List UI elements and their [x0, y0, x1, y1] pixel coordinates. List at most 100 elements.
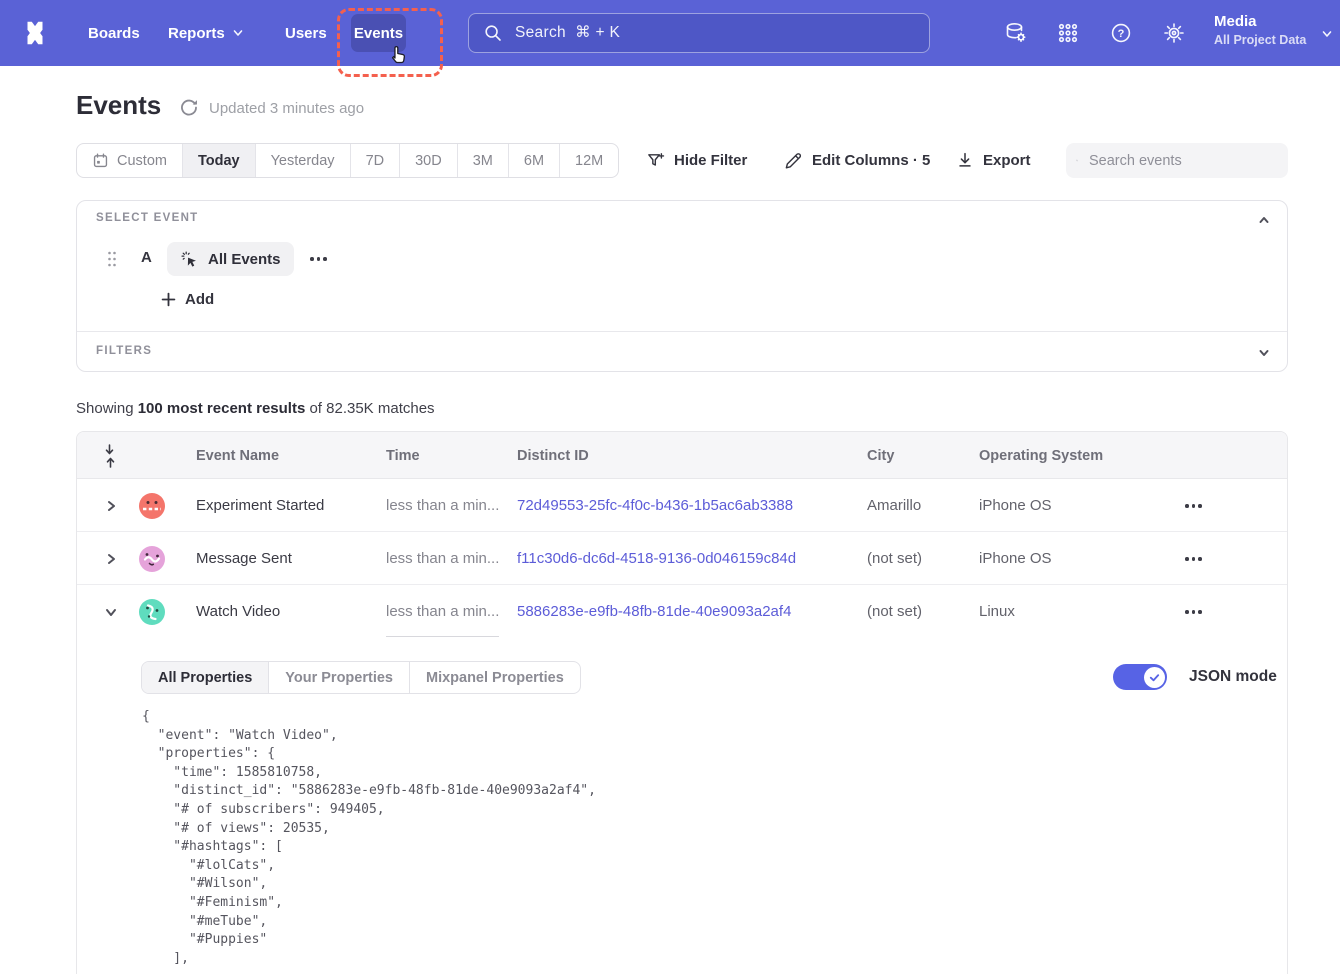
tab-all-properties[interactable]: All Properties — [142, 662, 269, 693]
add-label: Add — [185, 291, 214, 308]
filter-funnel-icon — [646, 151, 665, 170]
date-yesterday-button[interactable]: Yesterday — [256, 144, 351, 177]
column-header-os[interactable]: Operating System — [979, 432, 1103, 479]
time-cell: less than a min... — [386, 479, 499, 532]
table-header-row: Event Name Time Distinct ID City Operati… — [77, 432, 1287, 479]
distinct-id-link[interactable]: 72d49553-25fc-4f0c-b436-1b5ac6ab3388 — [517, 479, 793, 532]
nav-item-label: Boards — [88, 25, 140, 42]
distinct-id-link[interactable]: f11c30d6-dc6d-4518-9136-0d046159c84d — [517, 532, 796, 585]
expand-row-chevron-right-icon[interactable] — [105, 500, 117, 512]
mixpanel-logo[interactable] — [20, 18, 50, 48]
properties-tabs: All Properties Your Properties Mixpanel … — [141, 661, 581, 694]
page-title: Events — [76, 90, 161, 121]
table-row[interactable]: Experiment Started less than a min... 72… — [77, 479, 1287, 532]
date-range-control: Custom Today Yesterday 7D 30D 3M 6M 12M — [76, 143, 619, 178]
event-avatar — [139, 546, 165, 572]
row-more-button[interactable] — [1185, 610, 1202, 614]
event-avatar — [139, 493, 165, 519]
date-custom-label: Custom — [117, 153, 167, 169]
time-cell-underline — [386, 636, 499, 637]
json-mode-toggle[interactable] — [1113, 664, 1167, 690]
expand-filters-chevron-down-icon[interactable] — [1257, 346, 1271, 360]
card-divider — [77, 331, 1287, 332]
calendar-icon — [92, 152, 109, 169]
row-more-button[interactable] — [1185, 504, 1202, 508]
date-today-button[interactable]: Today — [183, 144, 256, 177]
tab-your-properties[interactable]: Your Properties — [269, 662, 410, 693]
hand-cursor-icon — [387, 43, 409, 72]
column-header-time[interactable]: Time — [386, 432, 420, 479]
json-mode-label: JSON mode — [1189, 668, 1277, 686]
event-json-view: { "event": "Watch Video", "properties": … — [142, 708, 596, 968]
nav-item-label: Users — [285, 25, 327, 42]
sort-arrows-icon[interactable] — [104, 443, 120, 469]
edit-columns-button[interactable]: Edit Columns · 5 — [784, 151, 930, 170]
event-name-cell: Watch Video — [196, 585, 280, 638]
table-row[interactable]: Message Sent less than a min... f11c30d6… — [77, 532, 1287, 585]
time-cell: less than a min... — [386, 532, 499, 585]
distinct-id-link[interactable]: 5886283e-e9fb-48fb-81de-40e9093a2af4 — [517, 585, 791, 638]
date-7d-button[interactable]: 7D — [351, 144, 401, 177]
project-switcher[interactable]: Media All Project Data — [1214, 12, 1306, 49]
drag-handle-icon[interactable] — [106, 249, 118, 269]
date-30d-button[interactable]: 30D — [400, 144, 458, 177]
column-header-event-name[interactable]: Event Name — [196, 432, 279, 479]
top-nav: Boards Reports Users Events — [0, 0, 1340, 66]
download-icon — [956, 151, 974, 169]
results-summary: Showing 100 most recent results of 82.35… — [76, 400, 435, 417]
edit-columns-label: Edit Columns · 5 — [812, 152, 930, 169]
time-cell: less than a min... — [386, 585, 499, 638]
os-cell: Linux — [979, 585, 1015, 638]
nav-item-reports[interactable]: Reports — [168, 0, 245, 66]
check-icon — [1148, 671, 1161, 684]
column-header-distinct-id[interactable]: Distinct ID — [517, 432, 589, 479]
search-events-input[interactable] — [1087, 152, 1278, 170]
city-cell: Amarillo — [867, 479, 921, 532]
collapse-section-chevron-up-icon[interactable] — [1257, 213, 1271, 227]
event-row-more-button[interactable] — [310, 257, 327, 261]
chevron-down-icon — [231, 26, 245, 40]
help-icon[interactable]: ? — [1109, 21, 1133, 45]
apps-grid-icon[interactable] — [1056, 21, 1080, 45]
selected-event-label: All Events — [208, 251, 281, 268]
column-header-city[interactable]: City — [867, 432, 894, 479]
toggle-knob — [1144, 667, 1165, 688]
events-page: Boards Reports Users Events — [0, 0, 1340, 974]
plus-icon — [161, 292, 176, 307]
table-row-expanded[interactable]: Watch Video less than a min... 5886283e-… — [77, 585, 1287, 638]
date-3m-button[interactable]: 3M — [458, 144, 509, 177]
date-6m-button[interactable]: 6M — [509, 144, 560, 177]
event-avatar — [139, 599, 165, 625]
date-12m-button[interactable]: 12M — [560, 144, 618, 177]
project-chevron-down-icon[interactable] — [1320, 27, 1334, 41]
search-events-field[interactable] — [1066, 143, 1288, 178]
data-management-icon[interactable] — [1004, 21, 1028, 45]
hide-filter-button[interactable]: Hide Filter — [646, 151, 747, 170]
date-custom-button[interactable]: Custom — [77, 144, 183, 177]
settings-gear-icon[interactable] — [1162, 21, 1186, 45]
hide-filter-label: Hide Filter — [674, 152, 747, 169]
global-search-input[interactable] — [513, 23, 929, 43]
nav-item-label: Reports — [168, 25, 225, 42]
row-more-button[interactable] — [1185, 557, 1202, 561]
add-event-button[interactable]: Add — [161, 291, 214, 308]
nav-item-users[interactable]: Users — [285, 0, 327, 66]
os-cell: iPhone OS — [979, 532, 1052, 585]
last-updated-text: Updated 3 minutes ago — [209, 100, 364, 117]
expand-row-chevron-right-icon[interactable] — [105, 553, 117, 565]
event-name-cell: Experiment Started — [196, 479, 324, 532]
export-label: Export — [983, 152, 1031, 169]
os-cell: iPhone OS — [979, 479, 1052, 532]
collapse-row-chevron-down-icon[interactable] — [105, 606, 117, 618]
event-selector-all-events[interactable]: All Events — [167, 242, 294, 276]
refresh-icon[interactable] — [179, 98, 198, 117]
filters-label: FILTERS — [96, 345, 152, 357]
events-table: Event Name Time Distinct ID City Operati… — [76, 431, 1288, 974]
nav-item-label: Events — [354, 25, 403, 42]
select-event-label: SELECT EVENT — [96, 212, 199, 224]
tab-mixpanel-properties[interactable]: Mixpanel Properties — [410, 662, 580, 693]
export-button[interactable]: Export — [956, 151, 1031, 169]
project-subtitle: All Project Data — [1214, 32, 1306, 49]
global-search[interactable] — [468, 13, 930, 53]
nav-item-boards[interactable]: Boards — [88, 0, 140, 66]
